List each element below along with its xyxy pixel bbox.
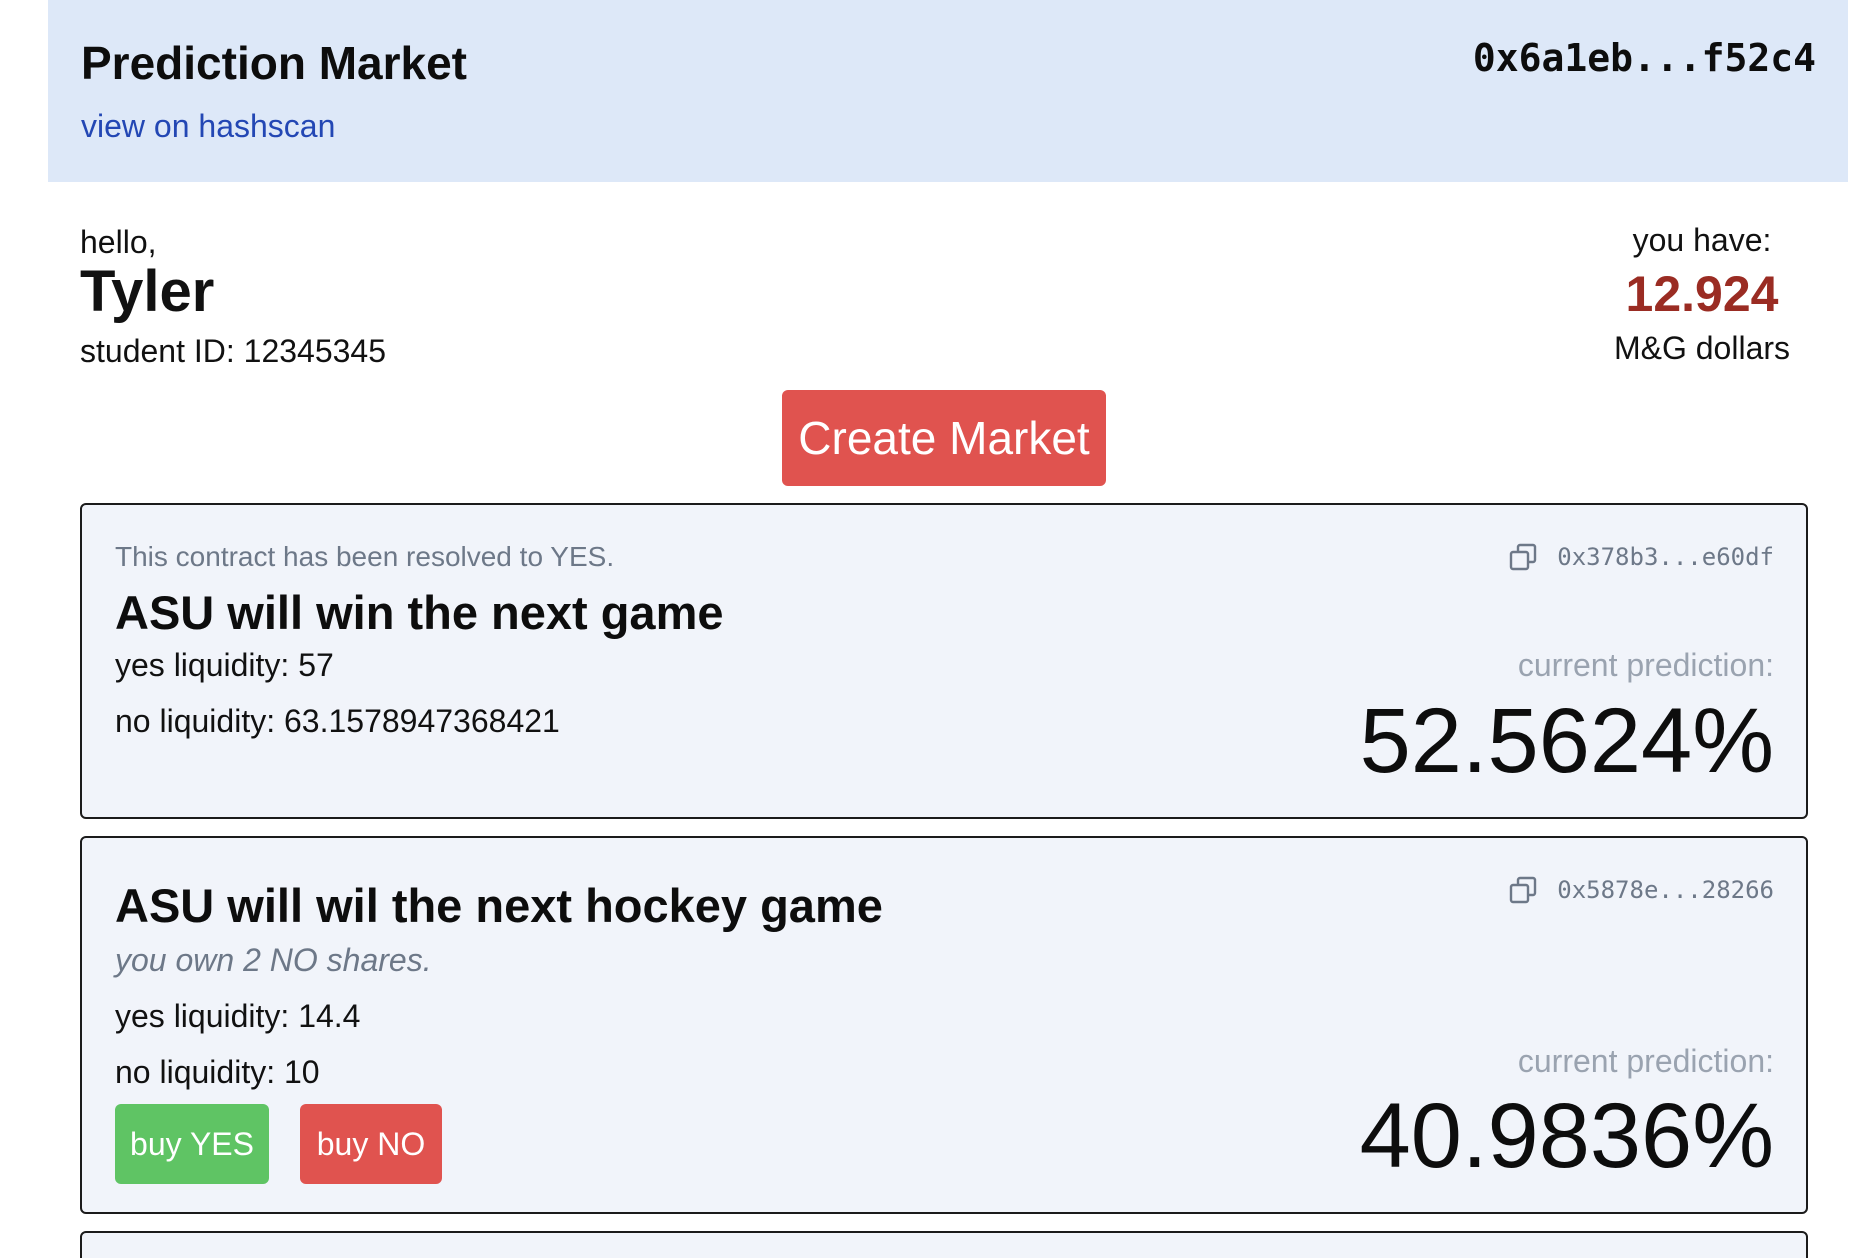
contract-address[interactable]: 0x378b3...e60df [1507,541,1774,573]
view-on-hashscan-link[interactable]: view on hashscan [81,108,335,145]
owned-shares-note: you own 2 NO shares. [115,942,432,978]
prediction-value: 40.9836% [1359,1085,1774,1187]
balance-amount: 12.924 [1625,266,1779,322]
balance-panel: you have: 12.924 M&G dollars [1592,220,1812,368]
buy-yes-button[interactable]: buy YES [115,1104,269,1184]
app-title: Prediction Market [81,37,467,89]
copy-icon[interactable] [1507,874,1539,906]
prediction-value: 52.5624% [1359,690,1774,792]
market-card [80,1231,1808,1258]
contract-address[interactable]: 0x5878e...28266 [1507,874,1774,906]
market-title: ASU will win the next game [115,586,724,639]
buy-no-button[interactable]: buy NO [300,1104,442,1184]
student-id: student ID: 12345345 [80,333,387,369]
user-name: Tyler [80,259,215,324]
copy-icon[interactable] [1507,541,1539,573]
wallet-address: 0x6a1eb...f52c4 [1472,36,1816,80]
contract-address-text: 0x378b3...e60df [1557,543,1774,571]
greeting-text: hello, [80,224,157,260]
user-greeting: hello, Tyler student ID: 12345345 [80,222,386,374]
balance-label: you have: [1632,222,1772,258]
yes-liquidity: yes liquidity: 14.4 [115,998,361,1034]
prediction-label: current prediction: [1517,1043,1774,1079]
contract-address-text: 0x5878e...28266 [1557,876,1774,904]
yes-liquidity: yes liquidity: 57 [115,647,334,683]
no-liquidity: no liquidity: 63.1578947368421 [115,703,560,739]
prediction-label: current prediction: [1517,647,1774,683]
no-liquidity: no liquidity: 10 [115,1054,320,1090]
create-market-button[interactable]: Create Market [782,390,1106,486]
app-header: Prediction Market view on hashscan 0x6a1… [48,0,1848,182]
market-card: ASU will wil the next hockey game you ow… [80,836,1808,1214]
resolution-status: This contract has been resolved to YES. [115,541,615,572]
page: Prediction Market view on hashscan 0x6a1… [0,0,1872,1258]
market-title: ASU will wil the next hockey game [115,879,883,932]
balance-unit: M&G dollars [1613,330,1791,366]
market-card: This contract has been resolved to YES. … [80,503,1808,819]
